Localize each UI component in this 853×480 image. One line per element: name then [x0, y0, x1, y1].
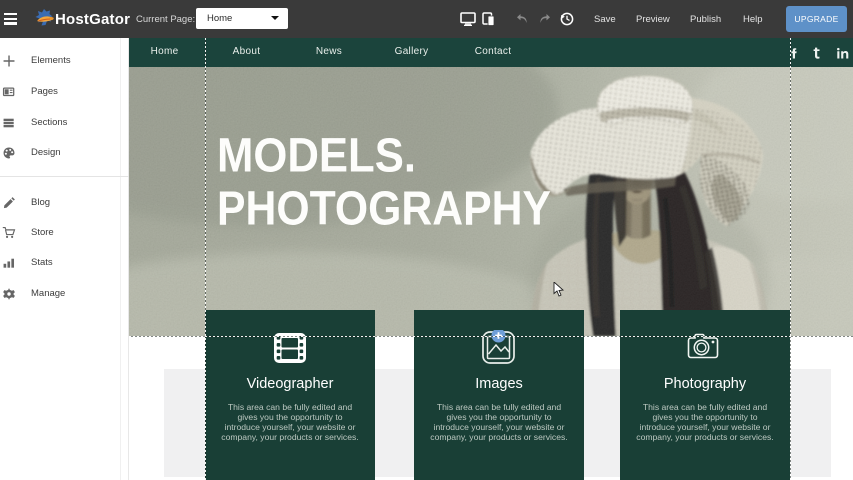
svg-text:MODELS.: MODELS. [217, 130, 416, 183]
svg-text:PHOTOGRAPHY: PHOTOGRAPHY [217, 183, 551, 236]
